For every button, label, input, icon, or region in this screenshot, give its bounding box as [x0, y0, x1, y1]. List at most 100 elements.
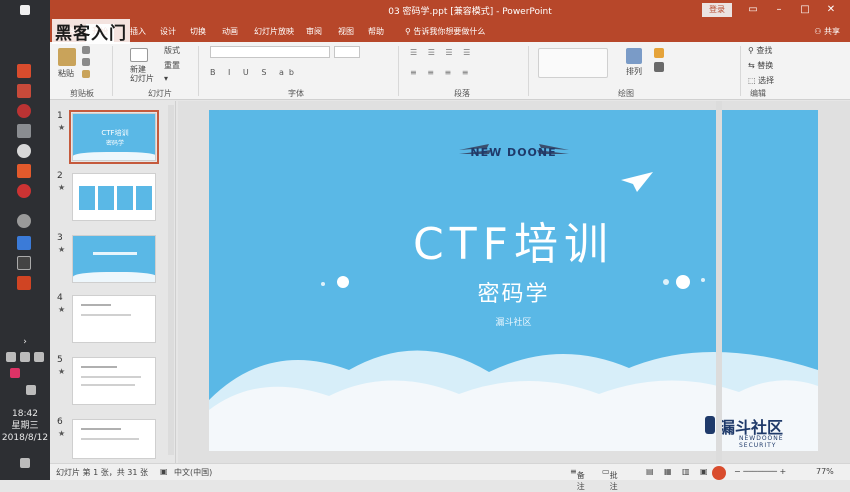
- app-icon-gray[interactable]: [17, 124, 31, 138]
- spellcheck-icon[interactable]: ▣: [160, 467, 168, 476]
- copy-icon[interactable]: [82, 58, 90, 66]
- action-center-icon[interactable]: [20, 458, 30, 468]
- tab-insert[interactable]: 插入: [130, 24, 146, 40]
- app-icon-orange[interactable]: [17, 164, 31, 178]
- slide-thumbnail-4[interactable]: [72, 295, 156, 343]
- tab-review[interactable]: 审阅: [306, 24, 322, 40]
- slide-thumbnail-5[interactable]: [72, 357, 156, 405]
- arrange-button[interactable]: 排列: [626, 66, 642, 77]
- clock-time[interactable]: 18:42: [0, 409, 50, 420]
- slide-thumbnail-3[interactable]: [72, 235, 156, 283]
- new-slide-icon[interactable]: [130, 48, 148, 62]
- tab-animations[interactable]: 动画: [222, 24, 238, 40]
- section-button[interactable]: ▾: [164, 74, 168, 83]
- app-icon-red[interactable]: [17, 64, 31, 78]
- app-icon-outline[interactable]: [17, 84, 31, 98]
- thumb-number: 5: [57, 355, 63, 365]
- reading-view-icon[interactable]: ▥: [682, 467, 690, 476]
- share-button[interactable]: ⚇ 共享: [814, 24, 840, 40]
- volume-icon[interactable]: [20, 352, 30, 362]
- reset-button[interactable]: 重置: [164, 60, 180, 71]
- slide-thumbnail-6[interactable]: [72, 419, 156, 459]
- shape-fill-icon[interactable]: [654, 48, 664, 58]
- tray-chevron-icon[interactable]: ›: [0, 337, 50, 348]
- ribbon-display-icon[interactable]: ▭: [746, 3, 760, 17]
- font-name-box[interactable]: [210, 46, 330, 58]
- slide-thumbnail-2[interactable]: [72, 173, 156, 221]
- font-format-icons[interactable]: B I U S ab: [210, 68, 299, 77]
- thumb-transition-star: ★: [58, 245, 66, 254]
- recording-indicator-icon[interactable]: [712, 466, 726, 480]
- slideshow-icon[interactable]: ▣: [700, 467, 708, 476]
- slide-org-text[interactable]: 漏斗社区: [209, 315, 818, 328]
- find-button[interactable]: ⚲ 查找: [748, 45, 772, 56]
- divider: [398, 46, 399, 96]
- thumb-number: 4: [57, 293, 63, 303]
- tab-view[interactable]: 视图: [338, 24, 354, 40]
- slide-subtitle[interactable]: 密码学: [209, 276, 818, 308]
- ime-icon[interactable]: [10, 368, 20, 378]
- paste-button[interactable]: 粘贴: [58, 68, 74, 79]
- app-icon-circle[interactable]: [17, 104, 31, 118]
- thumb-transition-star: ★: [58, 123, 66, 132]
- new-slide-button[interactable]: 新建 幻灯片: [130, 65, 154, 83]
- paragraph-icons[interactable]: ☰ ☰ ☰ ☰: [410, 48, 474, 57]
- tab-design[interactable]: 设计: [160, 24, 176, 40]
- group-label-clipboard: 剪贴板: [70, 89, 94, 98]
- shape-outline-icon[interactable]: [654, 62, 664, 72]
- battery-icon[interactable]: [34, 352, 44, 362]
- login-button[interactable]: 登录: [702, 3, 732, 17]
- thumbnails-scrollbar[interactable]: [168, 105, 174, 455]
- notes-button[interactable]: ≡ 备注: [570, 467, 585, 491]
- slide-sorter-icon[interactable]: ▦: [664, 467, 672, 476]
- select-label: 选择: [758, 76, 775, 85]
- status-bar: 幻灯片 第 1 张，共 31 张 ▣ 中文(中国) ≡ 备注 ▭ 批注 ▤ ▦ …: [50, 463, 850, 491]
- powerpoint-icon[interactable]: [17, 276, 31, 290]
- tab-transitions[interactable]: 切换: [190, 24, 206, 40]
- tell-me-search[interactable]: ⚲ 告诉我你想要做什么: [405, 24, 485, 40]
- app-icon-blue[interactable]: [17, 236, 31, 250]
- notification-icon[interactable]: [26, 385, 36, 395]
- slide-thumbnail-1[interactable]: CTF培训 密码学: [69, 110, 159, 164]
- clock-weekday[interactable]: 星期三: [0, 421, 50, 432]
- align-icons[interactable]: ≡ ≡ ≡ ≡: [410, 68, 472, 77]
- comments-button[interactable]: ▭ 批注: [602, 467, 618, 491]
- tab-help[interactable]: 帮助: [368, 24, 384, 40]
- slide-scrollbar[interactable]: [716, 101, 722, 463]
- clock-date[interactable]: 2018/8/12: [0, 433, 50, 444]
- maximize-icon[interactable]: □: [798, 3, 812, 17]
- cut-icon[interactable]: [82, 46, 90, 54]
- slide-title[interactable]: CTF培训: [209, 208, 818, 272]
- app-icon-gear[interactable]: [17, 214, 31, 228]
- font-size-box[interactable]: [334, 46, 360, 58]
- network-icon[interactable]: [6, 352, 16, 362]
- find-label: 查找: [756, 46, 773, 55]
- shapes-gallery[interactable]: [538, 48, 608, 78]
- arrange-icon[interactable]: [626, 48, 642, 64]
- zoom-level[interactable]: 77%: [816, 467, 834, 476]
- thumb-clouds: [73, 272, 155, 282]
- replace-button[interactable]: ⇆ 替换: [748, 60, 773, 71]
- tab-slideshow[interactable]: 幻灯片放映: [254, 24, 294, 40]
- normal-view-icon[interactable]: ▤: [646, 467, 654, 476]
- windows-start-icon[interactable]: [20, 5, 30, 15]
- app-icon-terminal[interactable]: [17, 256, 31, 270]
- format-painter-icon[interactable]: [82, 70, 90, 78]
- close-icon[interactable]: ✕: [824, 3, 838, 17]
- paste-icon[interactable]: [58, 48, 76, 66]
- windows-taskbar: › 18:42 星期三 2018/8/12: [0, 0, 50, 480]
- thumb-number: 2: [57, 171, 63, 181]
- layout-button[interactable]: 版式: [164, 45, 180, 56]
- app-icon-white[interactable]: [17, 144, 31, 158]
- current-slide[interactable]: NEW DOONE CTF培训 密码学 漏斗社区 漏斗社区 NEWDOONE S…: [209, 110, 818, 451]
- language-indicator[interactable]: 中文(中国): [174, 467, 212, 478]
- select-button[interactable]: ⬚ 选择: [748, 75, 774, 86]
- zoom-slider[interactable]: − ─────── +: [734, 467, 786, 476]
- group-label-paragraph: 段落: [454, 89, 470, 98]
- replace-label: 替换: [757, 61, 774, 70]
- thumb-text-line: [93, 252, 137, 255]
- minimize-icon[interactable]: –: [772, 3, 786, 17]
- thumb-text-line: [81, 314, 131, 316]
- divider: [528, 46, 529, 96]
- search-icon[interactable]: [17, 184, 31, 198]
